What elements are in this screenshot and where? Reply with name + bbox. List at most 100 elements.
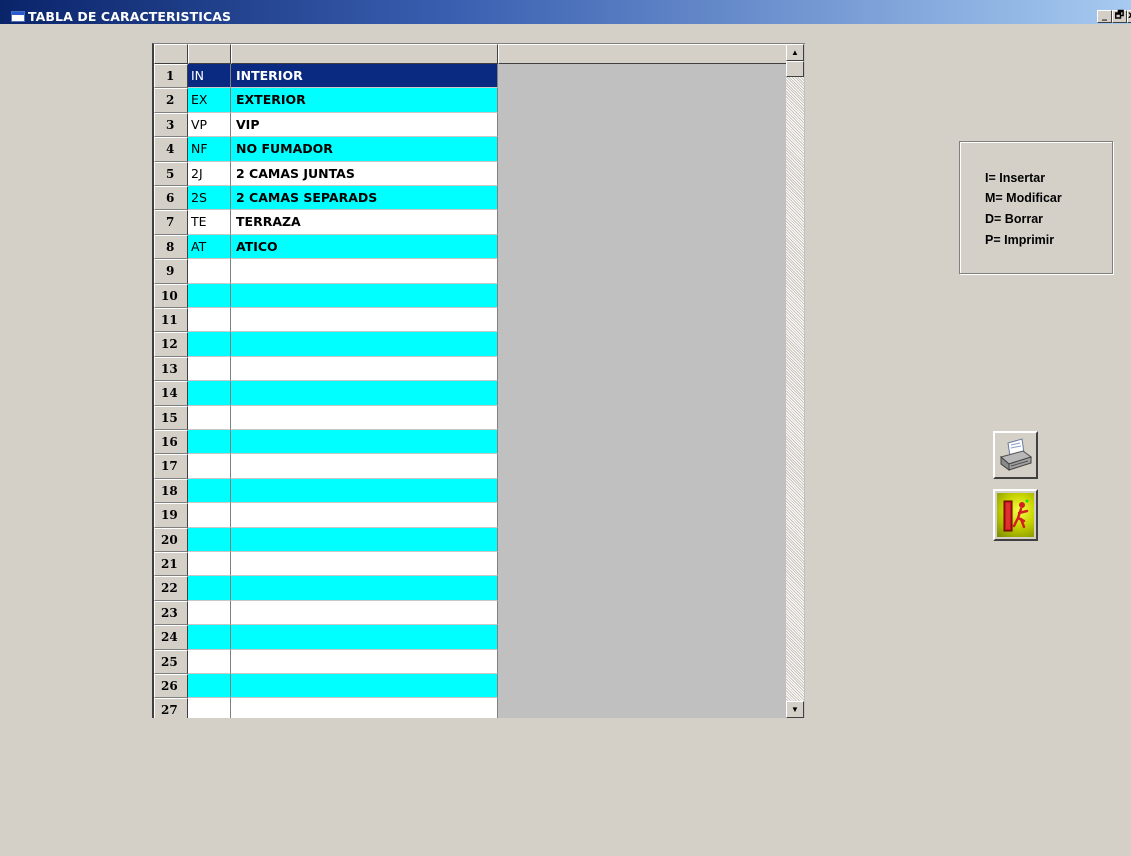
row-number[interactable]: 2 (154, 88, 188, 113)
table-row[interactable]: 2 EX EXTERIOR (154, 88, 498, 113)
scroll-thumb[interactable] (786, 61, 804, 77)
code-cell[interactable] (188, 527, 231, 552)
table-row[interactable]: 24 (154, 625, 498, 650)
code-cell[interactable]: NF (188, 137, 231, 162)
table-row[interactable]: 12 (154, 332, 498, 357)
row-number[interactable]: 4 (154, 137, 188, 162)
description-cell[interactable] (231, 283, 498, 308)
description-cell[interactable]: 2 CAMAS JUNTAS (231, 161, 498, 186)
description-cell[interactable] (231, 698, 498, 718)
code-cell[interactable] (188, 430, 231, 455)
code-cell[interactable] (188, 381, 231, 406)
scroll-up-button[interactable]: ▲ (786, 44, 804, 61)
code-cell[interactable] (188, 698, 231, 718)
description-cell[interactable]: TERRAZA (231, 210, 498, 235)
description-cell[interactable] (231, 552, 498, 577)
table-row[interactable]: 23 (154, 600, 498, 626)
description-cell[interactable] (231, 454, 498, 479)
description-cell[interactable] (231, 478, 498, 504)
code-cell[interactable] (188, 552, 231, 577)
table-row[interactable]: 9 (154, 259, 498, 284)
table-row[interactable]: 26 (154, 674, 498, 699)
row-number[interactable]: 19 (154, 503, 188, 528)
code-cell[interactable] (188, 308, 231, 333)
code-cell[interactable] (188, 600, 231, 626)
code-cell[interactable]: EX (188, 88, 231, 113)
code-cell[interactable] (188, 332, 231, 357)
table-row[interactable]: 25 (154, 649, 498, 674)
table-row[interactable]: 8 AT ATICO (154, 234, 498, 260)
table-row[interactable]: 20 (154, 527, 498, 552)
code-cell[interactable] (188, 576, 231, 601)
code-cell[interactable]: 2J (188, 161, 231, 186)
description-cell[interactable]: INTERIOR (231, 64, 498, 89)
description-cell[interactable] (231, 381, 498, 406)
row-number[interactable]: 27 (154, 698, 188, 718)
code-cell[interactable] (188, 454, 231, 479)
table-row[interactable]: 16 (154, 430, 498, 455)
row-number[interactable]: 6 (154, 186, 188, 211)
header-code-column[interactable] (188, 44, 231, 64)
table-row[interactable]: 6 2S 2 CAMAS SEPARADS (154, 186, 498, 211)
description-cell[interactable] (231, 576, 498, 601)
row-number[interactable]: 21 (154, 552, 188, 577)
code-cell[interactable]: 2S (188, 186, 231, 211)
minimize-button[interactable]: _ (1097, 10, 1112, 23)
table-row[interactable]: 21 (154, 552, 498, 577)
exit-button[interactable] (993, 489, 1038, 541)
row-number[interactable]: 14 (154, 381, 188, 406)
table-row[interactable]: 17 (154, 454, 498, 479)
table-row[interactable]: 14 (154, 381, 498, 406)
table-row[interactable]: 1 IN INTERIOR (154, 64, 498, 89)
code-cell[interactable] (188, 503, 231, 528)
print-button[interactable] (993, 431, 1038, 479)
code-cell[interactable]: VP (188, 112, 231, 138)
row-number[interactable]: 20 (154, 527, 188, 552)
table-row[interactable]: 10 (154, 283, 498, 308)
row-number[interactable]: 12 (154, 332, 188, 357)
description-cell[interactable]: ATICO (231, 234, 498, 260)
description-cell[interactable] (231, 259, 498, 284)
description-cell[interactable] (231, 356, 498, 382)
header-description-column[interactable] (231, 44, 498, 64)
table-row[interactable]: 15 (154, 405, 498, 430)
description-cell[interactable] (231, 503, 498, 528)
code-cell[interactable] (188, 478, 231, 504)
description-cell[interactable]: 2 CAMAS SEPARADS (231, 186, 498, 211)
restore-button[interactable]: 🗗 (1112, 10, 1127, 23)
code-cell[interactable] (188, 405, 231, 430)
description-cell[interactable] (231, 308, 498, 333)
description-cell[interactable] (231, 405, 498, 430)
description-cell[interactable] (231, 332, 498, 357)
table-row[interactable]: 27 (154, 698, 498, 718)
vertical-scrollbar[interactable]: ▲ ▼ (786, 44, 804, 718)
description-cell[interactable] (231, 527, 498, 552)
header-extra-column[interactable] (498, 44, 788, 64)
code-cell[interactable] (188, 625, 231, 650)
description-cell[interactable] (231, 625, 498, 650)
row-number[interactable]: 1 (154, 64, 188, 89)
row-number[interactable]: 13 (154, 356, 188, 382)
scroll-down-button[interactable]: ▼ (786, 701, 804, 718)
row-number[interactable]: 23 (154, 600, 188, 626)
row-number[interactable]: 8 (154, 234, 188, 260)
code-cell[interactable] (188, 649, 231, 674)
description-cell[interactable]: VIP (231, 112, 498, 138)
table-row[interactable]: 18 (154, 478, 498, 504)
row-number[interactable]: 22 (154, 576, 188, 601)
row-number[interactable]: 10 (154, 283, 188, 308)
row-number[interactable]: 5 (154, 161, 188, 186)
close-button[interactable]: x (1127, 10, 1131, 23)
description-cell[interactable]: EXTERIOR (231, 88, 498, 113)
row-number[interactable]: 17 (154, 454, 188, 479)
code-cell[interactable]: TE (188, 210, 231, 235)
row-number[interactable]: 18 (154, 478, 188, 504)
code-cell[interactable] (188, 356, 231, 382)
code-cell[interactable]: AT (188, 234, 231, 260)
description-cell[interactable] (231, 649, 498, 674)
table-row[interactable]: 13 (154, 356, 498, 382)
table-row[interactable]: 19 (154, 503, 498, 528)
table-row[interactable]: 3 VP VIP (154, 112, 498, 138)
description-cell[interactable]: NO FUMADOR (231, 137, 498, 162)
description-cell[interactable] (231, 430, 498, 455)
